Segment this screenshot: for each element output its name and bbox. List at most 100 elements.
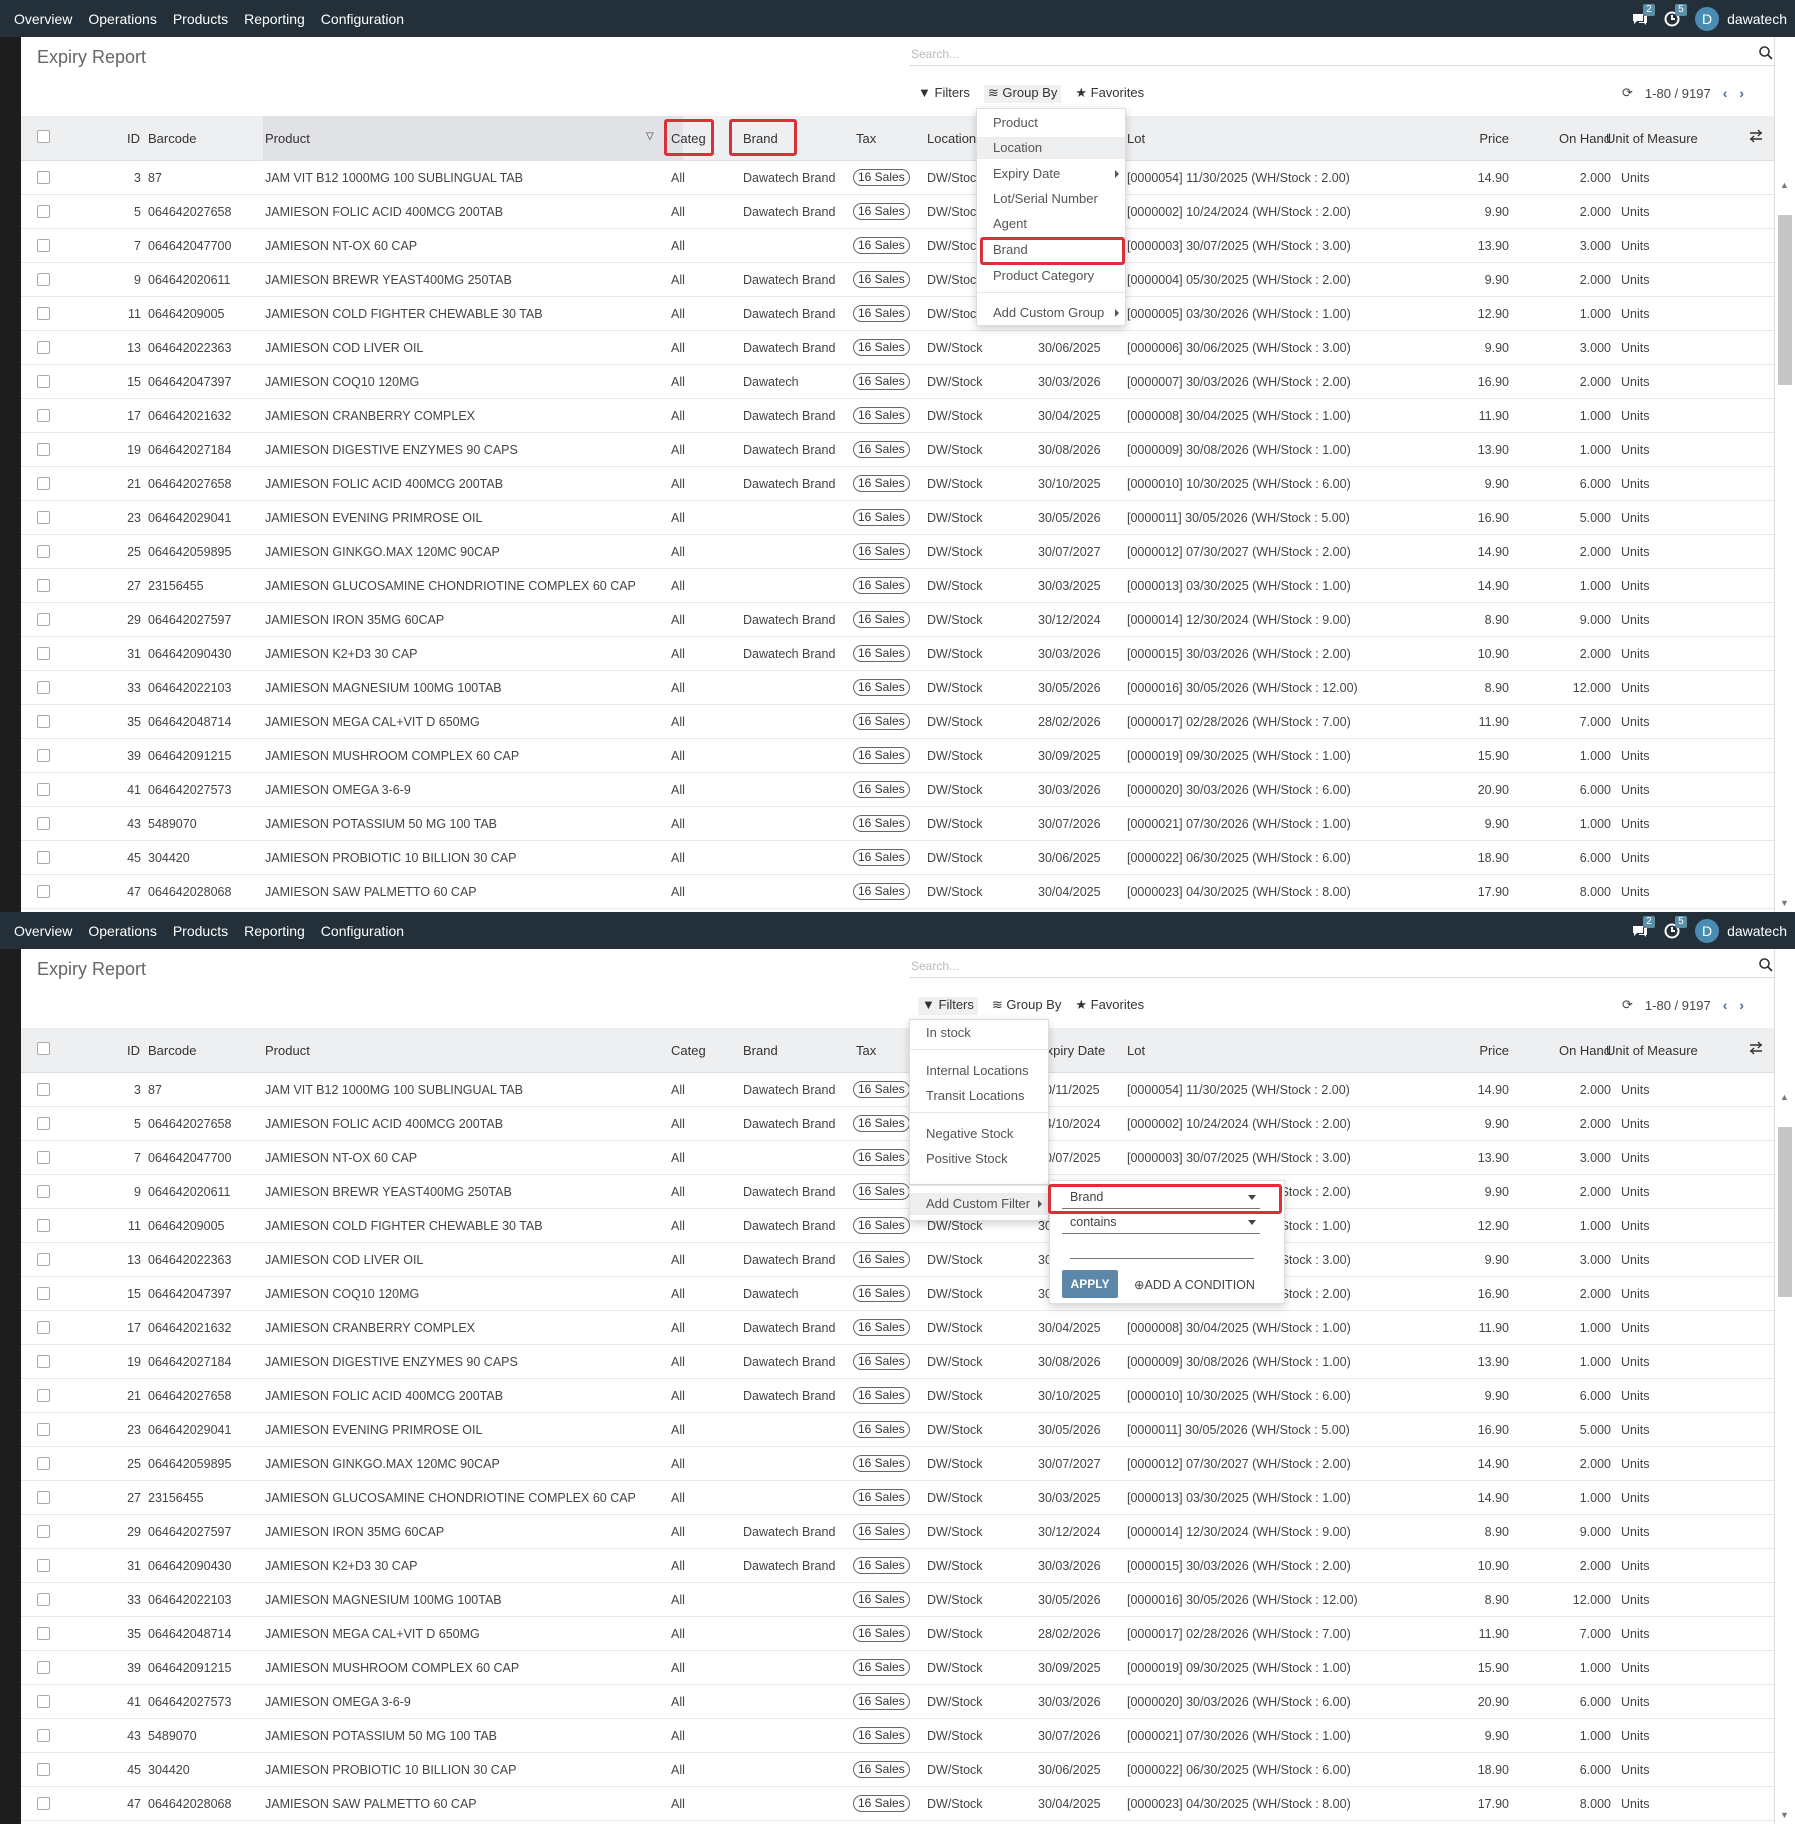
filter-positive-stock[interactable]: Positive Stock (910, 1148, 1048, 1170)
search-bar[interactable]: Search... (909, 42, 1774, 66)
pager-prev-icon[interactable]: ‹ (1723, 997, 1728, 1013)
apply-button[interactable]: APPLY (1062, 1270, 1118, 1298)
row-checkbox[interactable] (37, 749, 50, 762)
col-id[interactable]: ID (127, 131, 140, 146)
table-row[interactable]: 31 064642090430 JAMIESON K2+D3 30 CAP All Da… (21, 637, 1774, 671)
row-checkbox[interactable] (37, 783, 50, 796)
filter-transit-locations[interactable]: Transit Locations (910, 1085, 1048, 1107)
col-barcode[interactable]: Barcode (148, 1043, 196, 1058)
row-checkbox[interactable] (37, 1627, 50, 1640)
row-checkbox[interactable] (37, 715, 50, 728)
scrollbar[interactable]: ▲ ▼ (1774, 37, 1795, 912)
menu-reporting[interactable]: Reporting (236, 923, 313, 939)
row-checkbox[interactable] (37, 1695, 50, 1708)
table-row[interactable]: 7064642047700JAMIESON NT-OX 60 CAPAllDW/… (21, 229, 1774, 263)
table-row[interactable]: 19 064642027184 JAMIESON DIGESTIVE ENZYMES… (21, 1345, 1774, 1379)
row-checkbox[interactable] (37, 171, 50, 184)
row-checkbox[interactable] (37, 579, 50, 592)
row-checkbox[interactable] (37, 1219, 50, 1232)
messages-icon[interactable]: 2 (1631, 915, 1655, 940)
row-checkbox[interactable] (37, 1117, 50, 1130)
row-checkbox[interactable] (37, 511, 50, 524)
groupby-brand[interactable]: Brand (977, 239, 1125, 261)
row-checkbox[interactable] (37, 409, 50, 422)
col-id[interactable]: ID (127, 1043, 140, 1058)
row-checkbox[interactable] (37, 307, 50, 320)
filters-button[interactable]: ▼ Filters (918, 997, 978, 1015)
table-row[interactable]: 47 064642028068 JAMIESON SAW PALMETTO 60 C… (21, 875, 1774, 909)
groupby-product[interactable]: Product (977, 112, 1125, 134)
table-row[interactable]: 45 304420 JAMIESON PROBIOTIC 10 BILLION 30… (21, 841, 1774, 875)
table-row[interactable]: 29 064642027597 JAMIESON IRON 35MG 60CAP Al… (21, 603, 1774, 637)
table-row[interactable]: 43 5489070 JAMIESON POTASSIUM 50 MG 100 TA… (21, 807, 1774, 841)
scroll-up-arrow-icon[interactable]: ▲ (1780, 1092, 1790, 1102)
optional-columns-icon[interactable] (1749, 129, 1763, 146)
row-checkbox[interactable] (37, 477, 50, 490)
table-row[interactable]: 23 064642029041 JAMIESON EVENING PRIMROSE … (21, 1413, 1774, 1447)
refresh-icon[interactable]: ⟳ (1622, 997, 1633, 1013)
row-checkbox[interactable] (37, 1559, 50, 1572)
add-custom-group[interactable]: Add Custom Group (977, 302, 1125, 324)
scroll-down-arrow-icon[interactable]: ▼ (1780, 1810, 1790, 1820)
col-onhand[interactable]: On Hand (1541, 1043, 1611, 1058)
table-row[interactable]: 21 064642027658 JAMIESON FOLIC ACID 400MCG… (21, 1379, 1774, 1413)
row-checkbox[interactable] (37, 1525, 50, 1538)
col-barcode[interactable]: Barcode (148, 131, 196, 146)
pager-value[interactable]: 1-80 / 9197 (1645, 998, 1711, 1013)
table-row[interactable]: 33 064642022103 JAMIESON MAGNESIUM 100MG 1… (21, 671, 1774, 705)
table-row[interactable]: 17 064642021632 JAMIESON CRANBERRY COMPLEX… (21, 399, 1774, 433)
menu-operations[interactable]: Operations (80, 11, 164, 27)
table-row[interactable]: 23 064642029041 JAMIESON EVENING PRIMROSE … (21, 501, 1774, 535)
pager-next-icon[interactable]: › (1739, 85, 1744, 101)
filter-negative-stock[interactable]: Negative Stock (910, 1123, 1048, 1145)
table-row[interactable]: 47 064642028068 JAMIESON SAW PALMETTO 60 C… (21, 1787, 1774, 1821)
row-checkbox[interactable] (37, 851, 50, 864)
search-icon[interactable] (1758, 957, 1774, 973)
table-row[interactable]: 29 064642027597 JAMIESON IRON 35MG 60CAP Al… (21, 1515, 1774, 1549)
col-brand[interactable]: Brand (743, 1043, 778, 1058)
row-checkbox[interactable] (37, 1593, 50, 1606)
row-checkbox[interactable] (37, 443, 50, 456)
col-price[interactable]: Price (1461, 1043, 1509, 1058)
col-location[interactable]: Location (927, 131, 976, 146)
table-row[interactable]: 21 064642027658 JAMIESON FOLIC ACID 400MCG… (21, 467, 1774, 501)
table-row[interactable]: 17 064642021632 JAMIESON CRANBERRY COMPLEX… (21, 1311, 1774, 1345)
table-row[interactable]: 5 064642027658 JAMIESON FOLIC ACID 400MCG … (21, 1107, 1774, 1141)
row-checkbox[interactable] (37, 375, 50, 388)
menu-overview[interactable]: Overview (6, 923, 80, 939)
table-row[interactable]: 11 06464209005 JAMIESON COLD FIGHTER CHEWA… (21, 297, 1774, 331)
messages-icon[interactable]: 2 (1631, 3, 1655, 28)
table-row[interactable]: 39 064642091215 JAMIESON MUSHROOM COMPLEX … (21, 739, 1774, 773)
table-row[interactable]: 15 064642047397 JAMIESON COQ10 120MG All Daw… (21, 1277, 1774, 1311)
groupby-product-category[interactable]: Product Category (977, 265, 1125, 287)
row-checkbox[interactable] (37, 273, 50, 286)
table-row[interactable]: 35 064642048714 JAMIESON MEGA CAL+VIT D 65… (21, 705, 1774, 739)
table-row[interactable]: 7064642047700JAMIESON NT-OX 60 CAPAllDW/… (21, 1141, 1774, 1175)
menu-reporting[interactable]: Reporting (236, 11, 313, 27)
table-row[interactable]: 13 064642022363 JAMIESON COD LIVER OIL All D… (21, 1243, 1774, 1277)
row-checkbox[interactable] (37, 545, 50, 558)
row-checkbox[interactable] (37, 1321, 50, 1334)
avatar[interactable]: D (1695, 918, 1720, 943)
col-onhand[interactable]: On Hand (1541, 131, 1611, 146)
col-product[interactable]: Product (265, 1043, 310, 1058)
pager-value[interactable]: 1-80 / 9197 (1645, 86, 1711, 101)
row-checkbox[interactable] (37, 1661, 50, 1674)
col-tax[interactable]: Tax (856, 1043, 876, 1058)
filter-field-select[interactable]: Brand (1062, 1187, 1260, 1209)
add-condition-button[interactable]: ⊕ADD A CONDITION (1134, 1277, 1255, 1292)
col-lot[interactable]: Lot (1127, 131, 1145, 146)
row-checkbox[interactable] (37, 1185, 50, 1198)
row-checkbox[interactable] (37, 647, 50, 660)
groupby-lot-serial[interactable]: Lot/Serial Number (977, 188, 1125, 210)
groupby-agent[interactable]: Agent (977, 213, 1125, 235)
menu-configuration[interactable]: Configuration (313, 923, 412, 939)
table-row[interactable]: 5 064642027658 JAMIESON FOLIC ACID 400MCG … (21, 195, 1774, 229)
groupby-expiry-date[interactable]: Expiry Date (977, 163, 1125, 185)
row-checkbox[interactable] (37, 1457, 50, 1470)
activity-clock-icon[interactable]: 5 (1663, 3, 1687, 28)
row-checkbox[interactable] (37, 1287, 50, 1300)
table-row[interactable]: 31 064642090430 JAMIESON K2+D3 30 CAP All Da… (21, 1549, 1774, 1583)
avatar[interactable]: D (1695, 6, 1720, 31)
optional-columns-icon[interactable] (1749, 1041, 1763, 1058)
